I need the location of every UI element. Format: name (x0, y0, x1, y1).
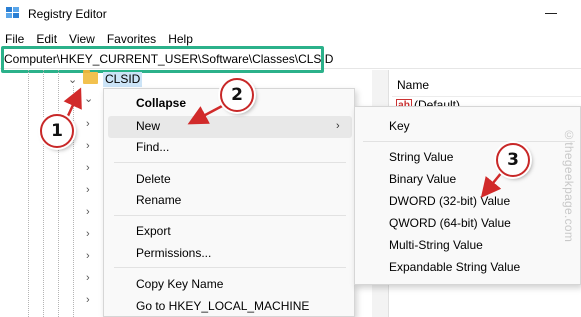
tree-guide-line (43, 70, 44, 317)
submenu-item-dword-value[interactable]: DWORD (32-bit) Value (389, 194, 510, 208)
submenu-item-multi-string-value[interactable]: Multi-String Value (389, 238, 483, 252)
step-2-marker: 2 (220, 78, 254, 112)
tree-guide-line (58, 70, 59, 317)
window-title: Registry Editor (28, 7, 107, 21)
chevron-right-icon[interactable]: › (86, 118, 90, 130)
chevron-down-icon[interactable]: ⌄ (68, 73, 77, 86)
chevron-right-icon[interactable]: › (86, 206, 90, 218)
chevron-down-icon[interactable]: ⌄ (84, 92, 93, 105)
address-highlight-box (1, 46, 324, 73)
watermark: ©thegeekpage.com (562, 128, 576, 243)
menu-separator (363, 141, 575, 142)
chevron-right-icon[interactable]: › (86, 250, 90, 262)
chevron-right-icon: › (336, 120, 340, 132)
chevron-right-icon[interactable]: › (86, 272, 90, 284)
tree-item-clsid[interactable]: CLSID (103, 72, 143, 87)
menu-separator (114, 267, 346, 268)
title-bar: Registry Editor (0, 0, 581, 28)
submenu-item-expandable-string-value[interactable]: Expandable String Value (389, 260, 520, 274)
menu-item-permissions[interactable]: Permissions... (136, 246, 211, 260)
folder-icon (83, 70, 98, 84)
menu-item-find[interactable]: Find... (136, 140, 169, 154)
tree-guide-line (73, 86, 74, 317)
new-submenu: Key String Value Binary Value DWORD (32-… (354, 106, 581, 285)
chevron-right-icon[interactable]: › (86, 294, 90, 306)
step-3-marker: 3 (496, 143, 530, 177)
column-separator (392, 96, 581, 97)
menu-item-export[interactable]: Export (136, 224, 171, 238)
menu-separator (114, 215, 346, 216)
minimize-button[interactable] (545, 13, 557, 14)
submenu-item-binary-value[interactable]: Binary Value (389, 172, 456, 186)
tree-guide-line (28, 70, 29, 317)
column-header-name[interactable]: Name (397, 78, 429, 92)
chevron-right-icon[interactable]: › (86, 228, 90, 240)
chevron-right-icon[interactable]: › (86, 162, 90, 174)
submenu-item-string-value[interactable]: String Value (389, 150, 453, 164)
menu-item-copy-key-name[interactable]: Copy Key Name (136, 277, 223, 291)
registry-editor-icon (6, 7, 19, 18)
menu-item-collapse[interactable]: Collapse (136, 96, 186, 110)
submenu-item-qword-value[interactable]: QWORD (64-bit) Value (389, 216, 511, 230)
chevron-right-icon[interactable]: › (86, 184, 90, 196)
chevron-right-icon[interactable]: › (86, 140, 90, 152)
menu-item-rename[interactable]: Rename (136, 193, 181, 207)
menu-item-delete[interactable]: Delete (136, 172, 171, 186)
submenu-item-key[interactable]: Key (389, 119, 410, 133)
menu-item-goto-hklm[interactable]: Go to HKEY_LOCAL_MACHINE (136, 299, 309, 313)
menu-separator (114, 162, 346, 163)
context-menu: Collapse New › Find... Delete Rename Exp… (103, 88, 355, 317)
step-1-marker: 1 (40, 114, 74, 148)
menu-item-new[interactable]: New (136, 119, 160, 133)
